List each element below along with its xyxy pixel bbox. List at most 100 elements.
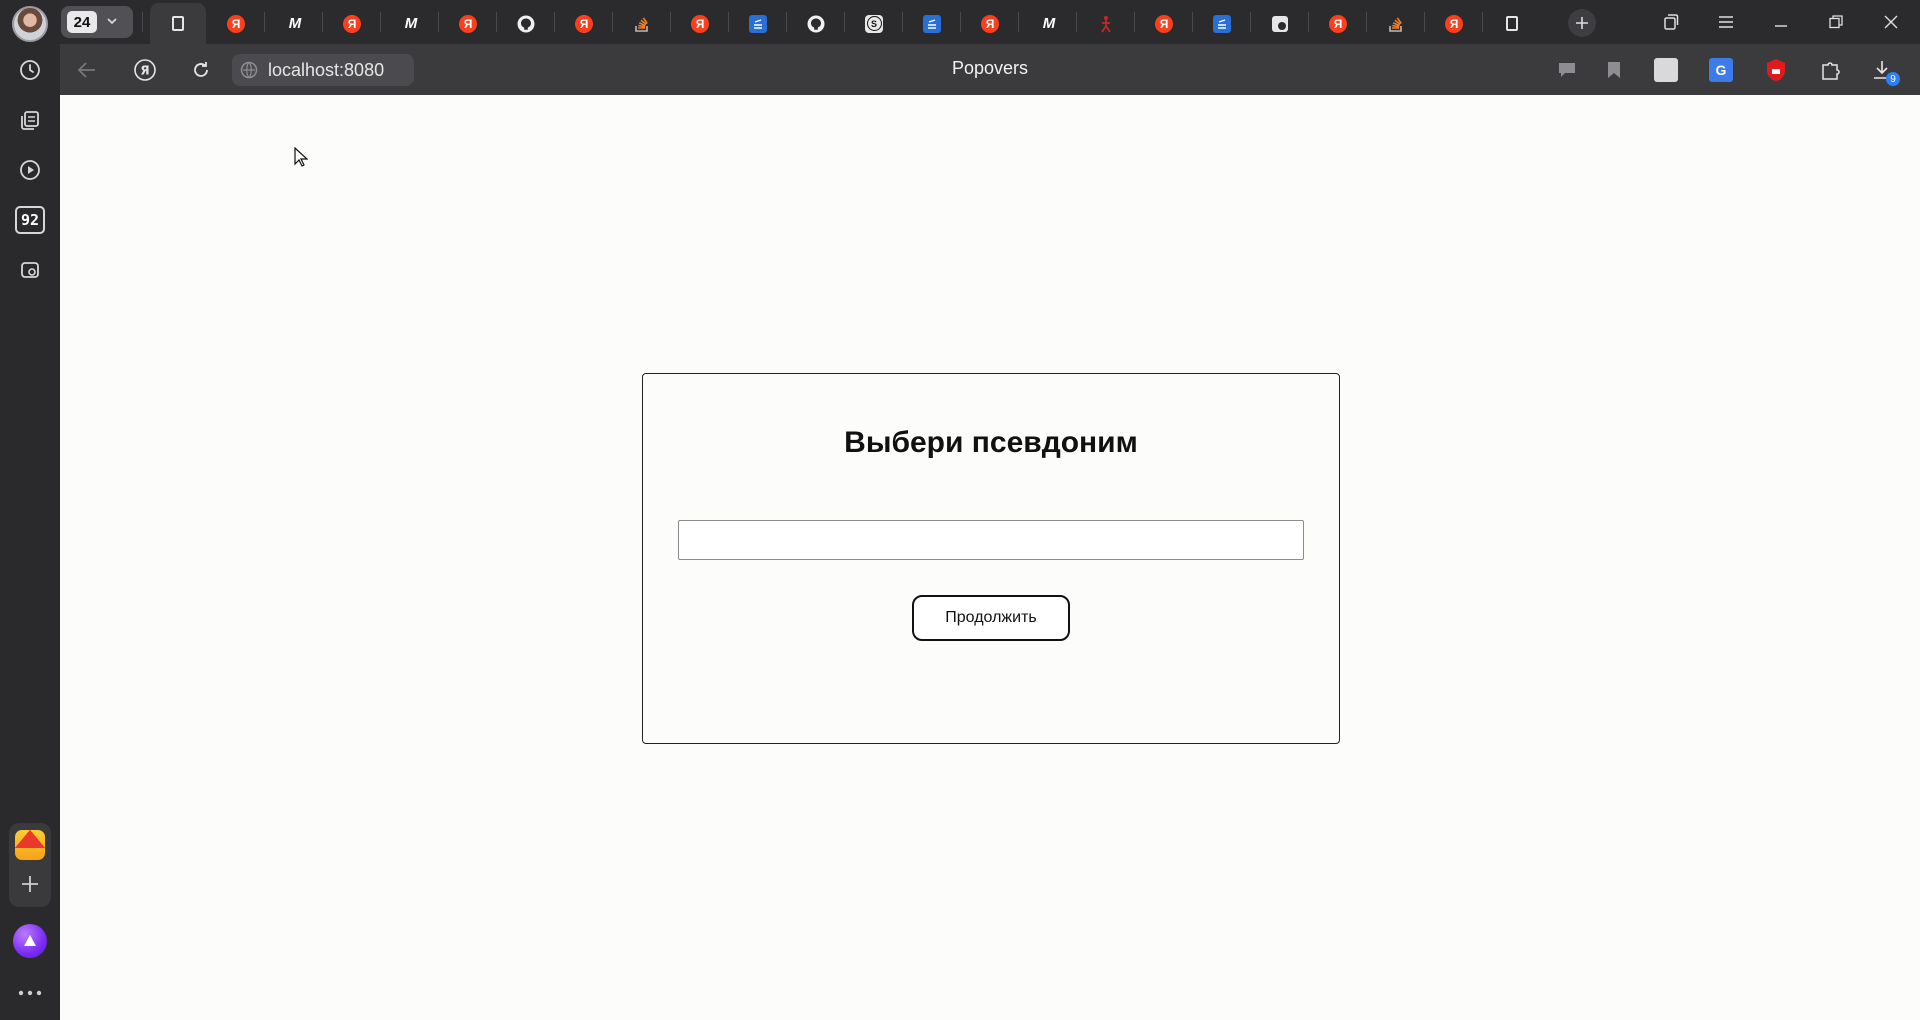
alice-assistant-icon[interactable] [13,924,47,958]
tab-separator [1366,12,1367,32]
browser-tab[interactable]: Я [962,3,1018,44]
popover-title: Выбери псевдоним [844,426,1138,459]
tab-manager-icon[interactable] [1658,10,1684,34]
tab-separator [554,12,555,32]
adblock-icon[interactable] [1762,56,1790,84]
browser-tab[interactable] [614,3,670,44]
browser-tab[interactable] [904,3,960,44]
yandex-icon: Я [981,14,999,33]
nickname-input[interactable] [678,520,1304,560]
yandex-icon: Я [1445,14,1463,33]
m-logo-icon: M [404,15,417,32]
continue-button[interactable]: Продолжить [912,595,1070,641]
counter-badge-button[interactable]: 92 [10,200,50,240]
tab-separator [322,12,323,32]
video-icon[interactable] [10,150,50,190]
yandex-icon: Я [343,14,361,33]
minimize-icon[interactable] [1768,10,1794,34]
browser-tab[interactable]: Я [1136,3,1192,44]
tab-separator [844,12,845,32]
restore-icon[interactable] [1823,10,1849,34]
mail-icon[interactable] [15,830,45,860]
tab-count-badge: 24 [67,11,97,33]
extension-user-icon[interactable] [1652,56,1680,84]
stackoverflow-icon [1387,15,1405,33]
yandex-icon: Я [459,14,477,33]
yandex-icon: Я [1329,14,1347,33]
browser-tab[interactable] [498,3,554,44]
browser-tab[interactable]: Я [1310,3,1366,44]
downloads-badge: 9 [1886,72,1900,86]
red-figure-icon [1097,15,1115,33]
sidebar-apps-panel [9,823,51,907]
close-icon[interactable] [1878,10,1904,34]
browser-sidebar: 92 [0,0,60,1020]
tab-separator [264,12,265,32]
yandex-icon: Я [575,14,593,33]
translate-icon[interactable]: G [1707,56,1735,84]
browser-tab[interactable]: M [1020,3,1076,44]
tab-separator [1192,12,1193,32]
yandex-icon: Я [1155,14,1173,33]
browser-tab[interactable]: S [846,3,902,44]
tab-separator [1076,12,1077,32]
browser-tab[interactable] [730,3,786,44]
browser-tab[interactable]: Я [1426,3,1482,44]
browser-tab[interactable] [1194,3,1250,44]
browser-tab[interactable]: M [266,3,322,44]
browser-tab[interactable] [788,3,844,44]
history-icon[interactable] [10,50,50,90]
downloads-icon[interactable]: 9 [1868,56,1900,86]
bookmark-icon[interactable] [1600,56,1628,84]
browser-tab[interactable] [1368,3,1424,44]
collections-icon[interactable] [10,100,50,140]
tab-separator [1308,12,1309,32]
page-title: Popovers [951,58,1029,78]
m-logo-icon: M [1042,15,1055,32]
browser-tab[interactable]: Я [672,3,728,44]
new-tab-button[interactable] [1568,9,1596,37]
tab-count-button[interactable]: 24 [61,6,133,38]
tab-separator [1250,12,1251,32]
tab-separator [142,12,143,32]
browser-tab[interactable] [1078,3,1134,44]
browser-tab[interactable] [150,3,206,44]
browser-tab[interactable]: Я [556,3,612,44]
nickname-popover: Выбери псевдоним Продолжить [642,373,1340,744]
yandex-icon: Я [227,14,245,33]
tab-separator [728,12,729,32]
more-icon[interactable] [16,985,44,996]
profile-avatar[interactable] [12,6,48,42]
tab-separator [902,12,903,32]
browser-tab[interactable] [1484,3,1540,44]
tab-separator [612,12,613,32]
browser-tab[interactable]: Я [324,3,380,44]
mouse-cursor-icon [294,146,309,172]
screenshot-icon[interactable] [10,250,50,290]
tab-separator [670,12,671,32]
add-app-icon[interactable] [19,873,41,895]
stackoverflow-icon [633,15,651,33]
page-viewport: Выбери псевдоним Продолжить [60,95,1920,1020]
menu-icon[interactable] [1713,10,1739,34]
browser-tab[interactable]: Я [440,3,496,44]
tab-separator [1424,12,1425,32]
blue-app-icon [923,14,941,33]
extensions-icon[interactable] [1816,56,1844,84]
browser-tab[interactable]: M [382,3,438,44]
document-icon [1503,15,1521,33]
browser-tab[interactable] [1252,3,1308,44]
tab-separator [1134,12,1135,32]
comment-icon[interactable] [1553,56,1581,84]
tab-strip: 24 Я M Я M Я Я Я S Я M Я Я Я [60,0,1920,44]
puzzle-icon [1271,15,1289,33]
blue-app-icon [1213,14,1231,33]
tab-separator [1482,12,1483,32]
github-icon [807,15,825,33]
tab-separator [960,12,961,32]
blue-app-icon [749,14,767,33]
counter-badge: 92 [15,206,45,234]
browser-tab[interactable]: Я [208,3,264,44]
document-icon [169,15,187,33]
tab-separator [380,12,381,32]
